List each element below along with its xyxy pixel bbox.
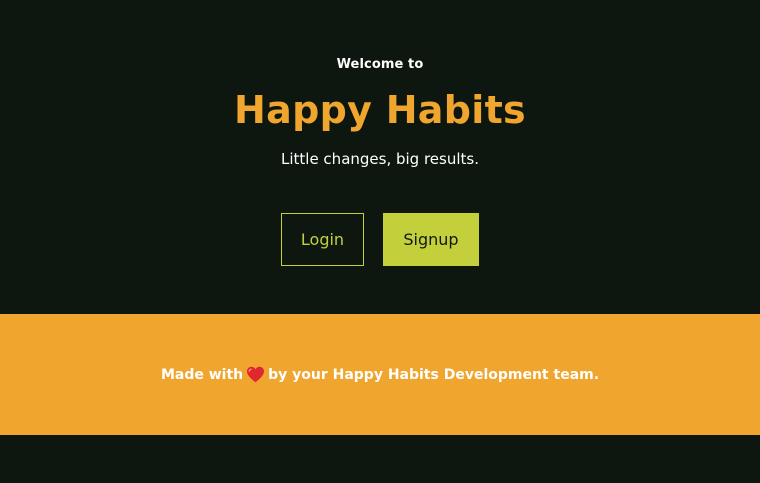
welcome-text: Welcome to [336, 57, 424, 72]
footer: Made with by your Happy Habits Developme… [0, 314, 760, 435]
footer-text-before: Made with [160, 366, 244, 383]
footer-text-after: by your Happy Habits Development team. [268, 366, 600, 383]
app-title: Happy Habits [234, 88, 526, 132]
footer-credit: Made with by your Happy Habits Developme… [161, 366, 599, 383]
signup-button[interactable]: Signup [383, 213, 479, 266]
login-button[interactable]: Login [281, 213, 364, 266]
tagline: Little changes, big results. [280, 150, 479, 168]
hero-section: Welcome to Happy Habits Little changes, … [0, 0, 760, 314]
heart-icon [246, 366, 265, 383]
